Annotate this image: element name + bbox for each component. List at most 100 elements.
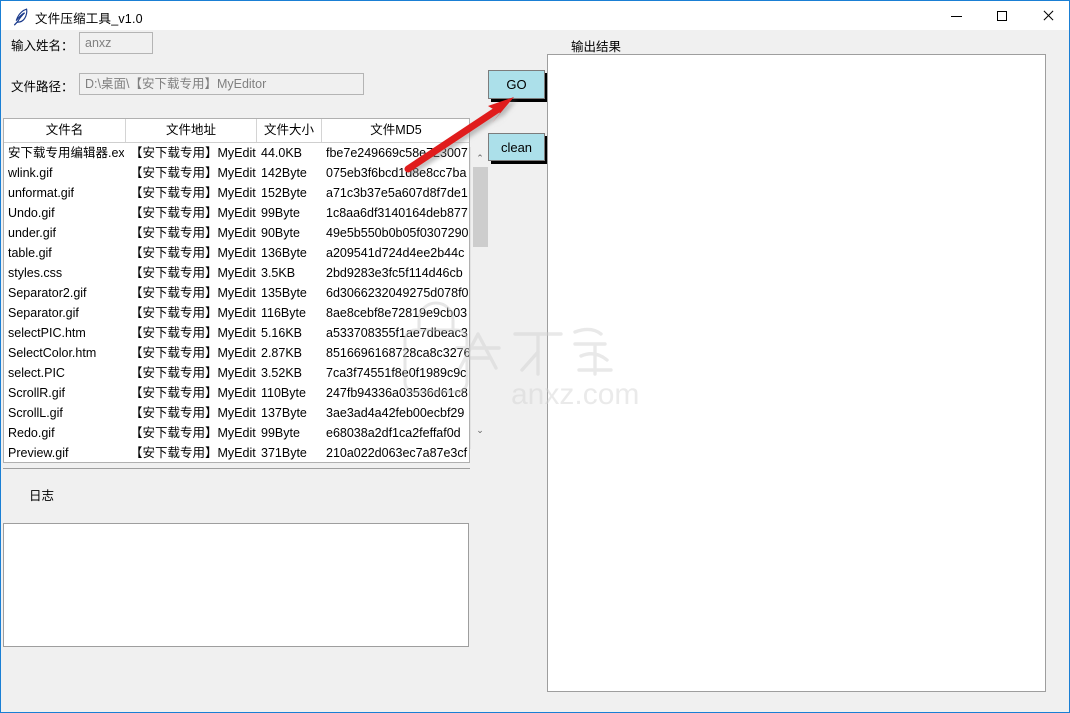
cell-filemd5: e68038a2df1ca2feffaf0d xyxy=(326,426,461,440)
log-divider xyxy=(3,468,470,469)
table-row[interactable]: ScrollL.gif 【安下载专用】MyEdit 137Byte 3ae3ad4a4… xyxy=(4,403,469,423)
cell-filemd5: 2bd9283e3fc5f114d46cb xyxy=(326,266,463,280)
cell-filename: under.gif xyxy=(8,226,56,240)
cell-filemd5: 49e5b550b0b05f0307290 xyxy=(326,226,469,240)
cell-filesize: 137Byte xyxy=(261,406,307,420)
cell-filename: 安下载专用编辑器.ex xyxy=(8,146,124,160)
cell-filepath: 【安下载专用】MyEdit xyxy=(130,406,256,420)
scrollbar-thumb[interactable] xyxy=(473,167,488,247)
close-icon xyxy=(1042,10,1054,22)
cell-filesize: 99Byte xyxy=(261,206,300,220)
cell-filepath: 【安下载专用】MyEdit xyxy=(130,446,256,460)
file-table[interactable]: 文件名 文件地址 文件大小 文件MD5 安下载专用编辑器.ex 【安下载专用】My… xyxy=(3,118,470,463)
table-row[interactable]: Preview.gif 【安下载专用】MyEdit 371Byte 210a022d0… xyxy=(4,443,469,462)
cell-filesize: 110Byte xyxy=(261,386,306,400)
minimize-icon xyxy=(950,15,962,17)
cell-filepath: 【安下载专用】MyEdit xyxy=(130,206,256,220)
go-button[interactable]: GO xyxy=(488,70,545,99)
scroll-up-icon[interactable]: ⌃ xyxy=(471,149,489,167)
clean-button[interactable]: clean xyxy=(488,133,545,161)
cell-filesize: 116Byte xyxy=(261,306,306,320)
cell-filename: Separator2.gif xyxy=(8,286,87,300)
cell-filesize: 99Byte xyxy=(261,426,300,440)
output-textarea[interactable] xyxy=(547,54,1046,692)
table-row[interactable]: selectPIC.htm 【安下载专用】MyEdit 5.16KB a5337083… xyxy=(4,323,469,343)
cell-filesize: 2.87KB xyxy=(261,346,303,360)
table-row[interactable]: under.gif 【安下载专用】MyEdit 90Byte 49e5b550b0b0… xyxy=(4,223,469,243)
cell-filepath: 【安下载专用】MyEdit xyxy=(130,146,256,160)
table-row[interactable]: 安下载专用编辑器.ex 【安下载专用】MyEdit 44.0KB fbe7e24966… xyxy=(4,143,469,163)
path-label: 文件路径： xyxy=(11,80,74,94)
cell-filename: Separator.gif xyxy=(8,306,79,320)
cell-filesize: 136Byte xyxy=(261,246,307,260)
cell-filesize: 3.5KB xyxy=(261,266,296,280)
table-row[interactable]: ScrollR.gif 【安下载专用】MyEdit 110Byte 247fb9433… xyxy=(4,383,469,403)
table-row[interactable]: styles.css 【安下载专用】MyEdit 3.5KB 2bd9283e3fc5… xyxy=(4,263,469,283)
close-button[interactable] xyxy=(1025,1,1069,30)
log-label: 日志 xyxy=(29,489,55,503)
cell-filesize: 152Byte xyxy=(261,186,307,200)
table-row[interactable]: unformat.gif 【安下载专用】MyEdit 152Byte a71c3b37… xyxy=(4,183,469,203)
column-header-filename[interactable]: 文件名 xyxy=(4,119,126,142)
cell-filepath: 【安下载专用】MyEdit xyxy=(130,266,256,280)
cell-filemd5: 210a022d063ec7a87e3cf xyxy=(326,446,468,460)
cell-filesize: 90Byte xyxy=(261,226,300,240)
table-row[interactable]: wlink.gif 【安下载专用】MyEdit 142Byte 075eb3f6bcd… xyxy=(4,163,469,183)
table-scrollbar[interactable]: ⌃ ⌄ xyxy=(470,147,489,449)
path-input[interactable]: D:\桌面\【安下载专用】MyEditor xyxy=(79,73,364,95)
cell-filemd5: 1c8aa6df3140164deb877 xyxy=(326,206,468,220)
cell-filepath: 【安下载专用】MyEdit xyxy=(130,366,256,380)
cell-filename: styles.css xyxy=(8,266,63,280)
table-header-row: 文件名 文件地址 文件大小 文件MD5 xyxy=(4,119,469,143)
table-row[interactable]: table.gif 【安下载专用】MyEdit 136Byte a209541d724… xyxy=(4,243,469,263)
cell-filepath: 【安下载专用】MyEdit xyxy=(130,186,256,200)
table-row[interactable]: Redo.gif 【安下载专用】MyEdit 99Byte e68038a2df1ca… xyxy=(4,423,469,443)
cell-filename: Preview.gif xyxy=(8,446,69,460)
cell-filesize: 142Byte xyxy=(261,166,307,180)
cell-filemd5: a209541d724d4ee2b44c xyxy=(326,246,465,260)
column-header-filepath[interactable]: 文件地址 xyxy=(126,119,257,142)
cell-filepath: 【安下载专用】MyEdit xyxy=(130,286,256,300)
cell-filesize: 5.16KB xyxy=(261,326,303,340)
column-header-filemd5[interactable]: 文件MD5 xyxy=(322,119,469,142)
table-row[interactable]: Separator2.gif 【安下载专用】MyEdit 135Byte 6d3066… xyxy=(4,283,469,303)
cell-filemd5: 8516696168728ca8c3276 xyxy=(326,346,470,360)
cell-filesize: 3.52KB xyxy=(261,366,303,380)
name-label: 输入姓名： xyxy=(11,39,74,53)
cell-filename: Redo.gif xyxy=(8,426,55,440)
table-row[interactable]: SelectColor.htm 【安下载专用】MyEdit 2.87KB 851669… xyxy=(4,343,469,363)
application-window: 文件压缩工具_v1.0 输入姓名： anxz 文件路径： D:\桌面\【安下载专… xyxy=(0,0,1070,713)
maximize-button[interactable] xyxy=(979,1,1025,30)
cell-filepath: 【安下载专用】MyEdit xyxy=(130,166,256,180)
feather-quill-icon xyxy=(12,7,30,26)
cell-filename: Undo.gif xyxy=(8,206,55,220)
table-row[interactable]: Undo.gif 【安下载专用】MyEdit 99Byte 1c8aa6df31401… xyxy=(4,203,469,223)
title-bar: 文件压缩工具_v1.0 xyxy=(1,0,1069,30)
cell-filesize: 371Byte xyxy=(261,446,307,460)
cell-filepath: 【安下载专用】MyEdit xyxy=(130,306,256,320)
window-title: 文件压缩工具_v1.0 xyxy=(35,12,143,26)
cell-filemd5: a533708355f1ae7dbeac3 xyxy=(326,326,468,340)
cell-filemd5: 3ae3ad4a42feb00ecbf29 xyxy=(326,406,465,420)
table-row[interactable]: Separator.gif 【安下载专用】MyEdit 116Byte 8ae8ceb… xyxy=(4,303,469,323)
table-body: 安下载专用编辑器.ex 【安下载专用】MyEdit 44.0KB fbe7e24966… xyxy=(4,143,469,462)
cell-filename: table.gif xyxy=(8,246,52,260)
log-textarea[interactable] xyxy=(3,523,469,647)
column-header-filesize[interactable]: 文件大小 xyxy=(257,119,322,142)
cell-filemd5: 6d3066232049275d078f0 xyxy=(326,286,469,300)
cell-filemd5: 7ca3f74551f8e0f1989c9c xyxy=(326,366,467,380)
cell-filename: SelectColor.htm xyxy=(8,346,97,360)
cell-filepath: 【安下载专用】MyEdit xyxy=(130,326,256,340)
cell-filepath: 【安下载专用】MyEdit xyxy=(130,386,256,400)
cell-filename: ScrollR.gif xyxy=(8,386,65,400)
cell-filename: selectPIC.htm xyxy=(8,326,86,340)
name-input[interactable]: anxz xyxy=(79,32,153,54)
cell-filesize: 44.0KB xyxy=(261,146,303,160)
table-row[interactable]: select.PIC 【安下载专用】MyEdit 3.52KB 7ca3f74551f… xyxy=(4,363,469,383)
cell-filesize: 135Byte xyxy=(261,286,307,300)
output-label: 输出结果 xyxy=(571,40,622,54)
scroll-down-icon[interactable]: ⌄ xyxy=(471,421,489,439)
cell-filename: unformat.gif xyxy=(8,186,75,200)
minimize-button[interactable] xyxy=(933,1,979,30)
maximize-icon xyxy=(997,10,1007,21)
